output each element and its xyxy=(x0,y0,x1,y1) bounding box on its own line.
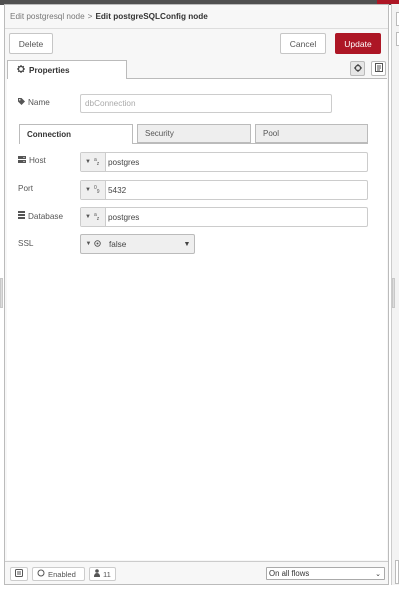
tab-security[interactable]: Security xyxy=(137,124,251,143)
tab-properties-label: Properties xyxy=(29,65,70,75)
string-type-icon: az xyxy=(94,157,101,167)
flows-scope-select[interactable]: On all flows ⌄ xyxy=(266,567,385,580)
host-field[interactable]: ▼ az postgres xyxy=(80,152,368,172)
port-label: Port xyxy=(18,184,33,193)
database-icon xyxy=(18,211,25,221)
left-resize-handle[interactable] xyxy=(0,278,3,308)
flows-scope-value: On all flows xyxy=(269,569,310,578)
node-help-button[interactable] xyxy=(10,567,28,581)
number-type-icon: 09 xyxy=(94,185,101,195)
server-icon xyxy=(18,156,26,165)
breadcrumb-parent[interactable]: Edit postgresql node xyxy=(10,12,85,21)
cancel-button[interactable]: Cancel xyxy=(280,33,326,54)
host-type-selector[interactable]: ▼ az xyxy=(81,153,106,171)
book-icon xyxy=(15,569,23,579)
subtab-divider xyxy=(133,143,368,144)
caret-down-icon: ▼ xyxy=(85,187,91,193)
database-label-text: Database xyxy=(28,211,64,221)
port-type-selector[interactable]: ▼ 09 xyxy=(81,181,106,199)
tab-properties[interactable]: Properties xyxy=(7,60,127,79)
enabled-label: Enabled xyxy=(48,569,76,579)
footer-divider xyxy=(5,561,388,562)
host-label: Host xyxy=(18,156,46,165)
chevron-down-icon: ⌄ xyxy=(375,570,381,578)
caret-down-icon: ▼ xyxy=(85,241,92,247)
host-label-text: Host xyxy=(29,156,46,165)
ssl-value: false xyxy=(109,239,127,249)
string-type-icon: az xyxy=(94,212,101,222)
host-value: postgres xyxy=(108,157,140,167)
ssl-label-text: SSL xyxy=(18,239,34,248)
boolean-type-icon xyxy=(94,239,102,249)
right-resize-handle[interactable] xyxy=(392,278,395,308)
caret-down-icon: ▼ xyxy=(183,240,191,248)
name-label: Name xyxy=(18,98,50,107)
ssl-type-selector[interactable]: ▼ xyxy=(81,235,106,253)
ssl-select[interactable]: ▼ false ▼ xyxy=(80,234,195,254)
update-button[interactable]: Update xyxy=(335,33,381,54)
breadcrumb-separator: > xyxy=(87,12,93,21)
gear-icon xyxy=(353,63,362,74)
caret-down-icon: ▼ xyxy=(85,159,91,165)
tag-icon xyxy=(18,98,25,107)
header-divider xyxy=(5,28,388,29)
enabled-toggle[interactable]: Enabled xyxy=(32,567,85,581)
tab-connection[interactable]: Connection xyxy=(19,124,133,144)
svg-text:z: z xyxy=(97,161,100,165)
svg-text:z: z xyxy=(97,216,100,220)
port-value: 5432 xyxy=(108,185,127,195)
node-users-button[interactable]: 11 xyxy=(89,567,116,581)
user-icon xyxy=(94,569,100,579)
breadcrumb-current: Edit postgreSQLConfig node xyxy=(95,12,208,21)
sidebar-corner-handle[interactable] xyxy=(395,560,399,584)
node-description-button[interactable] xyxy=(371,61,386,76)
node-settings-button[interactable] xyxy=(350,61,365,76)
ssl-label: SSL xyxy=(18,239,33,248)
tab-pool[interactable]: Pool xyxy=(255,124,368,143)
database-value: postgres xyxy=(108,212,140,222)
database-label: Database xyxy=(18,211,63,221)
file-text-icon xyxy=(374,63,383,74)
database-field[interactable]: ▼ az postgres xyxy=(80,207,368,227)
database-type-selector[interactable]: ▼ az xyxy=(81,208,106,226)
caret-down-icon: ▼ xyxy=(85,214,91,220)
delete-button[interactable]: Delete xyxy=(9,33,53,54)
port-label-text: Port xyxy=(18,184,34,193)
svg-text:9: 9 xyxy=(97,189,100,193)
port-field[interactable]: ▼ 09 5432 xyxy=(80,180,368,200)
name-label-text: Name xyxy=(28,98,50,107)
users-count: 11 xyxy=(103,569,111,579)
circle-icon xyxy=(37,569,45,579)
breadcrumb: Edit postgresql node > Edit postgreSQLConf… xyxy=(10,12,208,21)
gear-icon xyxy=(17,65,25,75)
name-input[interactable] xyxy=(80,94,332,113)
